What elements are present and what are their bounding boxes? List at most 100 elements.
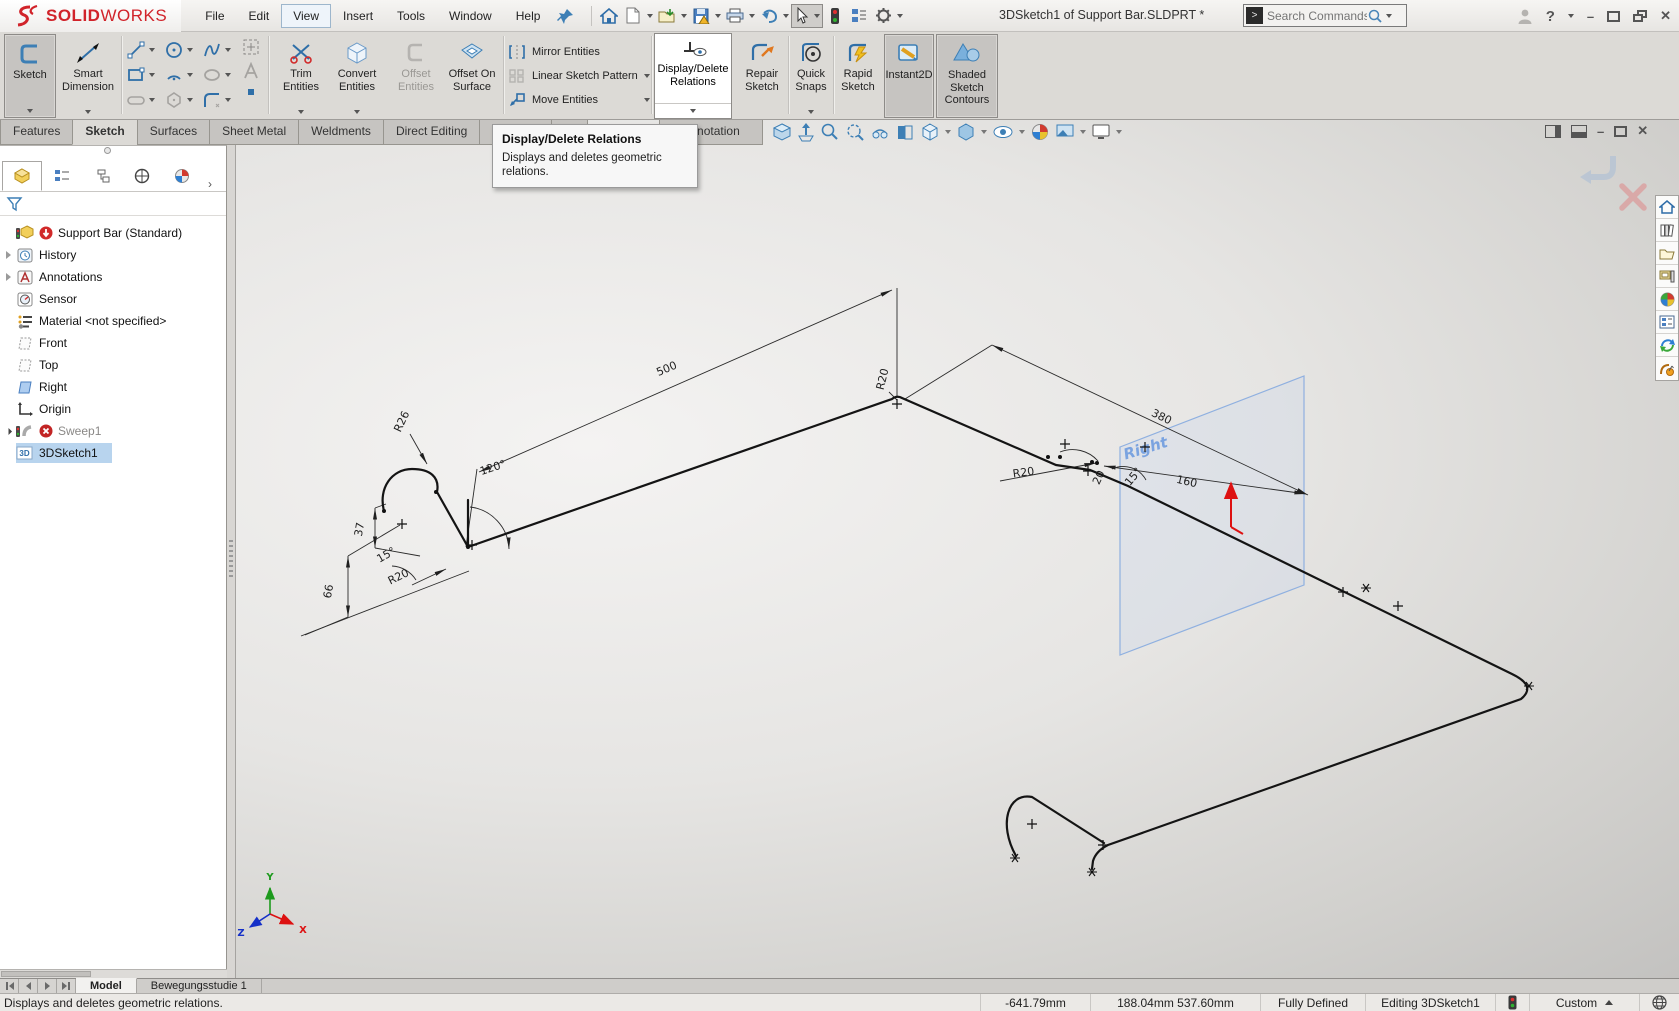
featuremanager-tree-tab[interactable]: [2, 161, 42, 191]
options-caret-icon[interactable]: [897, 14, 903, 18]
display-style-icon[interactable]: [956, 122, 976, 142]
new-document-caret-icon[interactable]: [647, 14, 653, 18]
polygon-caret-icon[interactable]: [187, 98, 193, 102]
linear-pattern-caret-icon[interactable]: [644, 74, 650, 78]
options-gear-icon[interactable]: [871, 5, 895, 27]
tab-direct-editing[interactable]: Direct Editing: [383, 120, 480, 145]
rebuild-icon[interactable]: [823, 5, 847, 27]
tab-sheet-metal[interactable]: Sheet Metal: [209, 120, 299, 145]
trim-entities-button[interactable]: Trim Entities: [274, 34, 328, 118]
dimension-380[interactable]: 380: [1149, 406, 1174, 427]
menu-window[interactable]: Window: [437, 4, 504, 28]
panel-expand-chevron-icon[interactable]: ›: [208, 177, 212, 191]
configurationmanager-tab[interactable]: [82, 161, 122, 191]
point-tool-icon[interactable]: [245, 86, 257, 98]
design-library-icon[interactable]: [1656, 219, 1678, 242]
trim-caret-icon[interactable]: [298, 110, 304, 114]
next-tab-button[interactable]: [38, 979, 57, 993]
print-caret-icon[interactable]: [749, 14, 755, 18]
menu-insert[interactable]: Insert: [331, 4, 385, 28]
split-pane-vertical-icon[interactable]: [1545, 125, 1561, 138]
quick-snaps-caret-icon[interactable]: [808, 110, 814, 114]
sensors-alert-icon[interactable]: [1656, 357, 1678, 380]
file-properties-icon[interactable]: [847, 5, 871, 27]
view-settings-icon[interactable]: [1091, 122, 1111, 142]
quick-snaps-button[interactable]: Quick Snaps: [791, 34, 831, 118]
open-document-caret-icon[interactable]: [681, 14, 687, 18]
tree-row-origin[interactable]: Origin: [0, 398, 226, 420]
repair-sketch-button[interactable]: Repair Sketch: [738, 34, 786, 118]
tree-row-right-plane[interactable]: Right: [0, 376, 226, 398]
search-commands-box[interactable]: >: [1243, 4, 1407, 27]
sketch-geometry[interactable]: [383, 397, 1528, 869]
user-account-icon[interactable]: [1517, 8, 1533, 24]
convert-entities-button[interactable]: Convert Entities: [328, 34, 386, 118]
taskpane-home-icon[interactable]: [1656, 196, 1678, 219]
tree-filter-row[interactable]: [0, 192, 226, 216]
menu-view[interactable]: View: [281, 4, 331, 28]
document-window-controls[interactable]: – ✕: [1545, 123, 1648, 139]
ellipse-caret-icon[interactable]: [225, 73, 231, 77]
box-select-icon[interactable]: [242, 38, 260, 56]
model-tab[interactable]: Model: [76, 978, 137, 993]
fillet-tool-button[interactable]: [202, 87, 240, 112]
slot-tool-button[interactable]: [126, 87, 164, 112]
menu-edit[interactable]: Edit: [237, 4, 282, 28]
panel-resize-dot[interactable]: [104, 147, 111, 154]
help-icon[interactable]: ?: [1546, 8, 1555, 25]
heads-up-view-toolbar[interactable]: [772, 122, 1122, 142]
tab-weldments[interactable]: Weldments: [298, 120, 384, 145]
task-pane-strip[interactable]: [1655, 195, 1679, 381]
tree-row-sweep1[interactable]: Sweep1: [0, 420, 226, 442]
dimension-r20-right[interactable]: R20: [1012, 465, 1035, 481]
circle-caret-icon[interactable]: [187, 48, 193, 52]
graphics-viewport[interactable]: Right: [0, 120, 1679, 978]
app-cascade-icon[interactable]: [1633, 10, 1647, 22]
display-delete-caret-icon[interactable]: [690, 109, 696, 113]
view-orientation-icon[interactable]: [920, 122, 940, 142]
doc-restore-icon[interactable]: [1614, 126, 1627, 137]
home-icon[interactable]: [597, 5, 621, 27]
view-palette-icon[interactable]: [1656, 265, 1678, 288]
search-scope-icon[interactable]: >: [1246, 7, 1263, 24]
tree-row-front-plane[interactable]: Front: [0, 332, 226, 354]
panel-horizontal-scrollbar[interactable]: [0, 969, 227, 978]
print-icon[interactable]: [723, 5, 747, 27]
ellipse-tool-button[interactable]: [202, 62, 240, 87]
display-delete-relations-button[interactable]: Display/Delete Relations: [654, 33, 732, 119]
view-settings-caret-icon[interactable]: [1116, 130, 1122, 134]
tree-row-material[interactable]: Material <not specified>: [0, 310, 226, 332]
menu-tools[interactable]: Tools: [385, 4, 437, 28]
new-document-icon[interactable]: [621, 5, 645, 27]
tab-sketch[interactable]: Sketch: [72, 120, 137, 145]
sketch-button[interactable]: Sketch: [4, 34, 56, 118]
titlebar-controls[interactable]: ? – ✕: [1517, 0, 1671, 32]
previous-tab-button[interactable]: [19, 979, 38, 993]
edit-appearance-icon[interactable]: [1030, 122, 1050, 142]
rapid-sketch-button[interactable]: Rapid Sketch: [836, 34, 880, 118]
featuremanager-tab-bar[interactable]: ›: [0, 158, 226, 192]
sketch-text-icon[interactable]: [243, 62, 259, 80]
tab-surfaces[interactable]: Surfaces: [137, 120, 210, 145]
doc-close-icon[interactable]: ✕: [1637, 123, 1648, 139]
dimension-500[interactable]: 500: [654, 359, 678, 379]
propertymanager-tab[interactable]: [42, 161, 82, 191]
tree-row-annotations[interactable]: Annotations: [0, 266, 226, 288]
dimension-r26[interactable]: R26: [391, 409, 412, 434]
apply-scene-caret-icon[interactable]: [1080, 130, 1086, 134]
mirror-entities-button[interactable]: Mirror Entities: [508, 40, 650, 64]
arc-caret-icon[interactable]: [187, 73, 193, 77]
help-caret-icon[interactable]: [1568, 14, 1574, 18]
menu-help[interactable]: Help: [504, 4, 553, 28]
first-tab-button[interactable]: [0, 979, 19, 993]
motion-study-tab[interactable]: Bewegungsstudie 1: [137, 979, 262, 993]
tree-root-row[interactable]: Support Bar (Standard): [0, 222, 226, 244]
previous-view-icon[interactable]: [870, 122, 890, 142]
undo-caret-icon[interactable]: [783, 14, 789, 18]
slot-caret-icon[interactable]: [149, 98, 155, 102]
last-tab-button[interactable]: [57, 979, 76, 993]
polygon-tool-button[interactable]: [164, 87, 202, 112]
bottom-tab-bar[interactable]: Model Bewegungsstudie 1: [0, 978, 1679, 993]
sketch-caret-icon[interactable]: [27, 109, 33, 113]
save-icon[interactable]: [689, 5, 713, 27]
